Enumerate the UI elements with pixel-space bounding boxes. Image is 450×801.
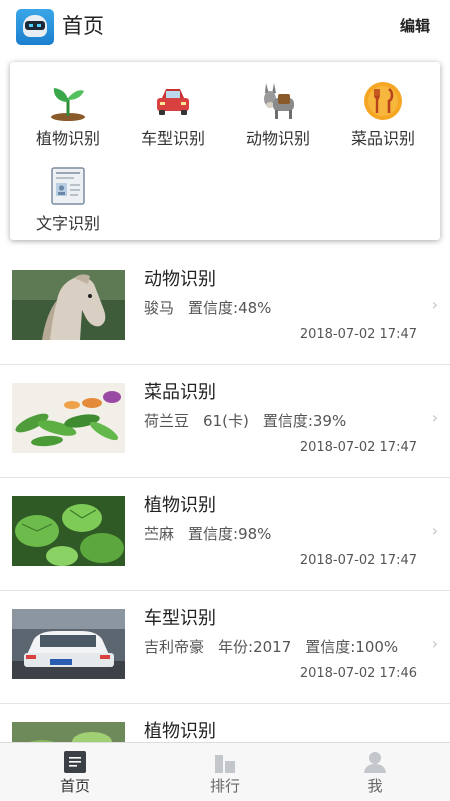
horse-photo bbox=[12, 270, 125, 340]
row-title: 车型识别 bbox=[144, 608, 216, 629]
list-item[interactable]: 菜品识别 荷兰豆 61(卡) 置信度:39% 2018-07-02 17:47 › bbox=[0, 365, 450, 478]
row-title: 动物识别 bbox=[144, 269, 216, 290]
confidence-text: 置信度:39% bbox=[262, 412, 347, 430]
white-sedan-photo bbox=[12, 609, 125, 679]
fork-knife-icon bbox=[364, 82, 402, 120]
confidence-text: 置信度:48% bbox=[188, 299, 272, 317]
result-name: 荷兰豆 bbox=[144, 412, 190, 430]
home-doc-icon bbox=[64, 751, 86, 773]
car-icon bbox=[157, 89, 189, 115]
row-title: 植物识别 bbox=[144, 495, 216, 516]
app-logo-icon[interactable] bbox=[16, 9, 54, 45]
confidence-text: 置信度:98% bbox=[188, 525, 272, 543]
person-icon bbox=[364, 752, 386, 773]
chevron-right-icon: › bbox=[431, 408, 438, 427]
top-bar: 首页 编辑 bbox=[0, 0, 450, 52]
right-eye-shape bbox=[37, 24, 41, 27]
plant-photo bbox=[12, 722, 125, 742]
chevron-right-icon: › bbox=[431, 521, 438, 540]
timestamp: 2018-07-02 17:46 bbox=[299, 666, 417, 681]
row-details: 荷兰豆 61(卡) 置信度:39% bbox=[144, 410, 360, 432]
menu-item-plant[interactable]: 植物识别 bbox=[18, 70, 118, 150]
page-title: 首页 bbox=[62, 14, 104, 38]
tab-home[interactable]: 首页 bbox=[0, 743, 150, 801]
timestamp: 2018-07-02 17:47 bbox=[299, 440, 417, 455]
result-name: 吉利帝豪 bbox=[144, 638, 205, 656]
snow-peas-photo bbox=[12, 383, 125, 453]
menu-item-car[interactable]: 车型识别 bbox=[123, 70, 223, 150]
row-details: 骏马 置信度:48% bbox=[144, 297, 285, 319]
bottom-tab-bar: 首页 排行 我 bbox=[0, 742, 450, 801]
menu-item-label: 车型识别 bbox=[140, 129, 205, 148]
row-details: 苎麻 置信度:98% bbox=[144, 523, 285, 545]
chevron-right-icon: › bbox=[431, 295, 438, 314]
confidence-text: 置信度:100% bbox=[305, 638, 399, 656]
tab-label: 排行 bbox=[209, 777, 240, 795]
donkey-icon bbox=[264, 83, 294, 119]
tab-label: 我 bbox=[367, 777, 383, 795]
menu-item-label: 菜品识别 bbox=[350, 129, 415, 148]
result-name: 苎麻 bbox=[144, 525, 175, 543]
left-eye-shape bbox=[29, 24, 33, 27]
menu-item-text[interactable]: 文字识别 bbox=[18, 155, 118, 235]
row-details: 吉利帝豪 年份:2017 置信度:100% bbox=[144, 636, 412, 658]
list-item[interactable]: 植物识别 bbox=[0, 704, 450, 742]
history-list: 动物识别 骏马 置信度:48% 2018-07-02 17:47 › 菜品识别 荷… bbox=[0, 252, 450, 742]
row-title: 植物识别 bbox=[144, 721, 216, 742]
tab-ranking[interactable]: 排行 bbox=[150, 743, 300, 801]
row-title: 菜品识别 bbox=[144, 382, 216, 403]
bar-chart-icon bbox=[215, 755, 235, 773]
tab-me[interactable]: 我 bbox=[300, 743, 450, 801]
list-item[interactable]: 动物识别 骏马 置信度:48% 2018-07-02 17:47 › bbox=[0, 252, 450, 365]
timestamp: 2018-07-02 17:47 bbox=[299, 327, 417, 342]
ramie-leaves-photo bbox=[12, 496, 125, 566]
menu-item-label: 动物识别 bbox=[245, 129, 310, 148]
edit-button[interactable]: 编辑 bbox=[400, 14, 430, 38]
result-name: 骏马 bbox=[144, 299, 175, 317]
visor-shape bbox=[25, 21, 45, 30]
menu-item-dish[interactable]: 菜品识别 bbox=[333, 70, 433, 150]
chevron-right-icon: › bbox=[431, 634, 438, 653]
menu-item-label: 文字识别 bbox=[35, 214, 100, 233]
list-item[interactable]: 植物识别 苎麻 置信度:98% 2018-07-02 17:47 › bbox=[0, 478, 450, 591]
calories-text: 61(卡) bbox=[203, 412, 249, 430]
year-text: 年份:2017 bbox=[218, 638, 292, 656]
tab-label: 首页 bbox=[59, 777, 90, 795]
menu-item-label: 植物识别 bbox=[35, 129, 100, 148]
list-item[interactable]: 车型识别 吉利帝豪 年份:2017 置信度:100% 2018-07-02 17:4… bbox=[0, 591, 450, 704]
recognition-menu: 植物识别 车型识别 动物识别 菜品识别 文字识别 bbox=[10, 62, 440, 240]
timestamp: 2018-07-02 17:47 bbox=[299, 553, 417, 568]
document-id-icon bbox=[51, 167, 85, 205]
menu-item-animal[interactable]: 动物识别 bbox=[228, 70, 328, 150]
plant-sprout-icon bbox=[51, 88, 85, 121]
